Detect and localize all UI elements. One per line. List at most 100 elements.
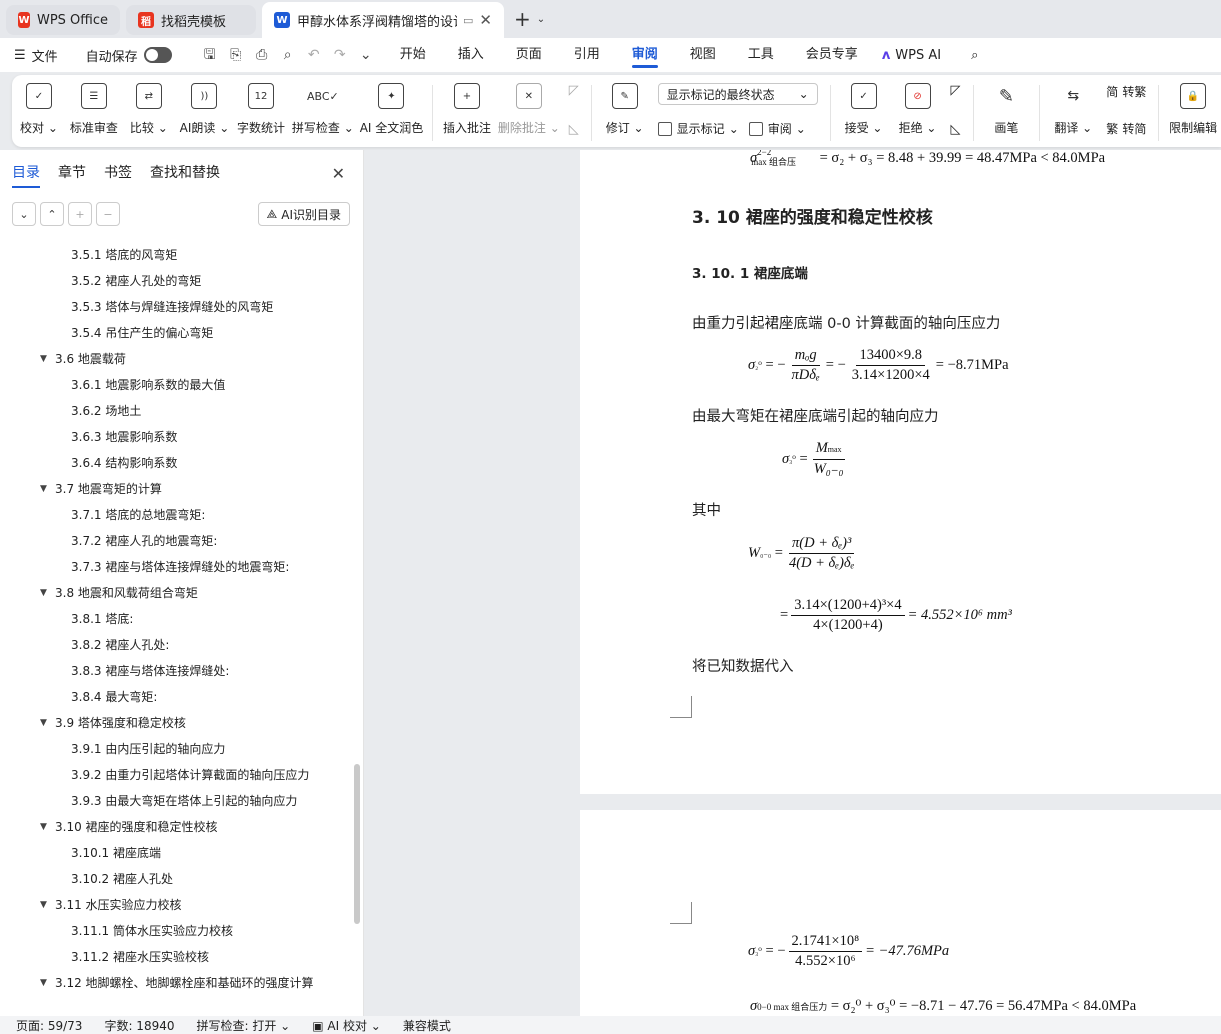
expand-arrow-icon[interactable]: ▼ <box>40 580 47 606</box>
next-change-icon[interactable]: ◺ <box>951 122 961 137</box>
expand-arrow-icon[interactable]: ▼ <box>40 814 47 840</box>
next-comment-icon[interactable]: ◺ <box>569 122 579 137</box>
add-heading-icon[interactable]: + <box>68 202 92 226</box>
monitor-icon[interactable]: ▭ <box>463 14 473 27</box>
remove-heading-icon[interactable]: − <box>96 202 120 226</box>
tab-document[interactable]: W 甲醇水体系浮阀精馏塔的设计 ▭ ✕ <box>262 2 504 38</box>
expand-down-icon[interactable]: ⌄ <box>12 202 36 226</box>
toc-item[interactable]: 3.5.3 塔体与焊缝连接焊缝处的风弯矩 <box>0 294 352 320</box>
ai-toc-button[interactable]: ⟁ AI识别目录 <box>257 202 350 226</box>
page-indicator[interactable]: 页面: 59/73 <box>16 1017 82 1034</box>
show-markup-button[interactable]: 显示标记 <box>677 120 725 137</box>
toc-item[interactable]: 3.9.2 由重力引起塔体计算截面的轴向压应力 <box>0 762 352 788</box>
toc-item[interactable]: 3.6.1 地震影响系数的最大值 <box>0 372 352 398</box>
menu-tab-view[interactable]: 视图 <box>690 38 716 72</box>
reject-button[interactable]: ⊘ 拒绝 ⌄ <box>898 83 938 136</box>
close-icon[interactable]: ✕ <box>332 164 345 183</box>
translate-button[interactable]: ⇆ 翻译 ⌄ <box>1053 83 1093 136</box>
toc-item[interactable]: 3.5.2 裙座人孔处的弯矩 <box>0 268 352 294</box>
sidebar-scrollbar[interactable] <box>354 764 360 924</box>
toc-item[interactable]: 3.10.1 裙座底端 <box>0 840 352 866</box>
spell-check-button[interactable]: ABC✓ 拼写检查 ⌄ <box>292 83 354 136</box>
chevron-down-icon[interactable]: ⌄ <box>537 14 545 25</box>
toc-item[interactable]: 3.5.1 塔底的风弯矩 <box>0 242 352 268</box>
toc-item[interactable]: ▼ 3.12 地脚螺栓、地脚螺栓座和基础环的强度计算 <box>0 970 352 996</box>
ai-polish-button[interactable]: ✦ AI 全文润色 <box>360 83 423 136</box>
pen-button[interactable]: ✎ 画笔 <box>986 83 1026 136</box>
insert-comment-button[interactable]: + 插入批注 <box>443 83 491 136</box>
tab-template[interactable]: 稻 找稻壳模板 <box>126 5 256 35</box>
expand-arrow-icon[interactable]: ▼ <box>40 476 47 502</box>
review-pane-button[interactable]: 审阅 <box>768 120 792 137</box>
ai-check-indicator[interactable]: ▣ AI 校对 ⌄ <box>312 1017 381 1034</box>
toc-item[interactable]: ▼ 3.11 水压实验应力校核 <box>0 892 352 918</box>
expand-arrow-icon[interactable]: ▼ <box>40 346 47 372</box>
compare-button[interactable]: ⇄ 比较 ⌄ <box>129 83 169 136</box>
close-tab-icon[interactable]: ✕ <box>479 11 492 29</box>
proofread-button[interactable]: ✓ 校对 ⌄ <box>19 83 59 136</box>
toc-item[interactable]: 3.9.1 由内压引起的轴向应力 <box>0 736 352 762</box>
menu-tab-review[interactable]: 审阅 <box>631 38 658 72</box>
menu-tab-home[interactable]: 开始 <box>400 38 426 72</box>
tab-wps-office[interactable]: W WPS Office <box>6 5 120 35</box>
save-icon[interactable]: 🖫 <box>202 47 218 63</box>
wps-ai-button[interactable]: ʌ WPS AI <box>882 48 941 63</box>
toc-item[interactable]: 3.8.1 塔底: <box>0 606 352 632</box>
expand-arrow-icon[interactable]: ▼ <box>40 892 47 918</box>
ai-read-button[interactable]: )) AI朗读 ⌄ <box>180 83 229 136</box>
toc-item[interactable]: ▼ 3.7 地震弯矩的计算 <box>0 476 352 502</box>
export-icon[interactable]: ⎘ <box>228 47 244 63</box>
word-count-indicator[interactable]: 字数: 18940 <box>104 1017 174 1034</box>
accept-button[interactable]: ✓ 接受 ⌄ <box>844 83 884 136</box>
toc-item[interactable]: 3.8.2 裙座人孔处: <box>0 632 352 658</box>
autosave-toggle[interactable] <box>143 47 172 63</box>
print-preview-icon[interactable]: ⌕ <box>280 47 296 63</box>
restrict-edit-button[interactable]: 🔒 限制编辑 <box>1169 83 1217 136</box>
word-count-button[interactable]: 12 字数统计 <box>237 83 285 136</box>
sidebar-tab-sections[interactable]: 章节 <box>58 150 86 196</box>
collapse-up-icon[interactable]: ⌃ <box>40 202 64 226</box>
undo-icon[interactable]: ↶ <box>306 47 322 63</box>
prev-comment-icon[interactable]: ◸ <box>569 83 579 98</box>
menu-tab-references[interactable]: 引用 <box>574 38 600 72</box>
toc-item[interactable]: 3.11.1 筒体水压实验应力校核 <box>0 918 352 944</box>
menu-tab-page[interactable]: 页面 <box>516 38 542 72</box>
menu-tab-insert[interactable]: 插入 <box>458 38 484 72</box>
redo-icon[interactable]: ↷ <box>332 47 348 63</box>
revise-button[interactable]: ✎ 修订 ⌄ <box>605 83 645 136</box>
new-tab-icon[interactable]: + <box>514 7 531 31</box>
toc-item[interactable]: 3.9.3 由最大弯矩在塔体上引起的轴向应力 <box>0 788 352 814</box>
toc-item[interactable]: ▼ 3.10 裙座的强度和稳定性校核 <box>0 814 352 840</box>
menu-tab-tools[interactable]: 工具 <box>748 38 774 72</box>
toc-item[interactable]: 3.5.4 吊住产生的偏心弯矩 <box>0 320 352 346</box>
delete-comment-button[interactable]: ✕ 删除批注 ⌄ <box>498 83 560 136</box>
toc-item[interactable]: 3.6.2 场地土 <box>0 398 352 424</box>
file-menu[interactable]: ☰ 文件 <box>14 46 58 65</box>
toc-item[interactable]: 3.6.4 结构影响系数 <box>0 450 352 476</box>
prev-change-icon[interactable]: ◸ <box>951 83 961 98</box>
toc-item[interactable]: 3.7.1 塔底的总地震弯矩: <box>0 502 352 528</box>
to-simplified-button[interactable]: 繁转简 <box>1106 120 1146 137</box>
expand-arrow-icon[interactable]: ▼ <box>40 710 47 736</box>
standard-review-button[interactable]: ☰ 标准审查 <box>70 83 118 136</box>
toc-item[interactable]: 3.11.2 裙座水压实验校核 <box>0 944 352 970</box>
toc-item[interactable]: 3.6.3 地震影响系数 <box>0 424 352 450</box>
expand-arrow-icon[interactable]: ▼ <box>40 970 47 996</box>
sidebar-tab-bookmarks[interactable]: 书签 <box>104 150 132 196</box>
more-chevron-icon[interactable]: ⌄ <box>358 47 374 63</box>
search-icon[interactable]: ⌕ <box>971 48 978 63</box>
toc-item[interactable]: ▼ 3.6 地震载荷 <box>0 346 352 372</box>
menu-tab-member[interactable]: 会员专享 <box>806 38 858 72</box>
toc-item[interactable]: 3.8.3 裙座与塔体连接焊缝处: <box>0 658 352 684</box>
toc-item[interactable]: 3.8.4 最大弯矩: <box>0 684 352 710</box>
toc-item[interactable]: 3.10.2 裙座人孔处 <box>0 866 352 892</box>
print-icon[interactable]: ⎙ <box>254 47 270 63</box>
to-traditional-button[interactable]: 简转繁 <box>1106 83 1146 100</box>
sidebar-tab-toc[interactable]: 目录 <box>12 150 40 196</box>
toc-item[interactable]: ▼ 3.8 地震和风载荷组合弯矩 <box>0 580 352 606</box>
toc-item[interactable]: ▼ 3.9 塔体强度和稳定校核 <box>0 710 352 736</box>
markup-select[interactable]: 显示标记的最终状态 ⌄ <box>657 83 818 105</box>
spell-check-indicator[interactable]: 拼写检查: 打开 ⌄ <box>197 1017 291 1034</box>
toc-item[interactable]: 3.7.3 裙座与塔体连接焊缝处的地震弯矩: <box>0 554 352 580</box>
sidebar-tab-find-replace[interactable]: 查找和替换 <box>150 150 220 196</box>
